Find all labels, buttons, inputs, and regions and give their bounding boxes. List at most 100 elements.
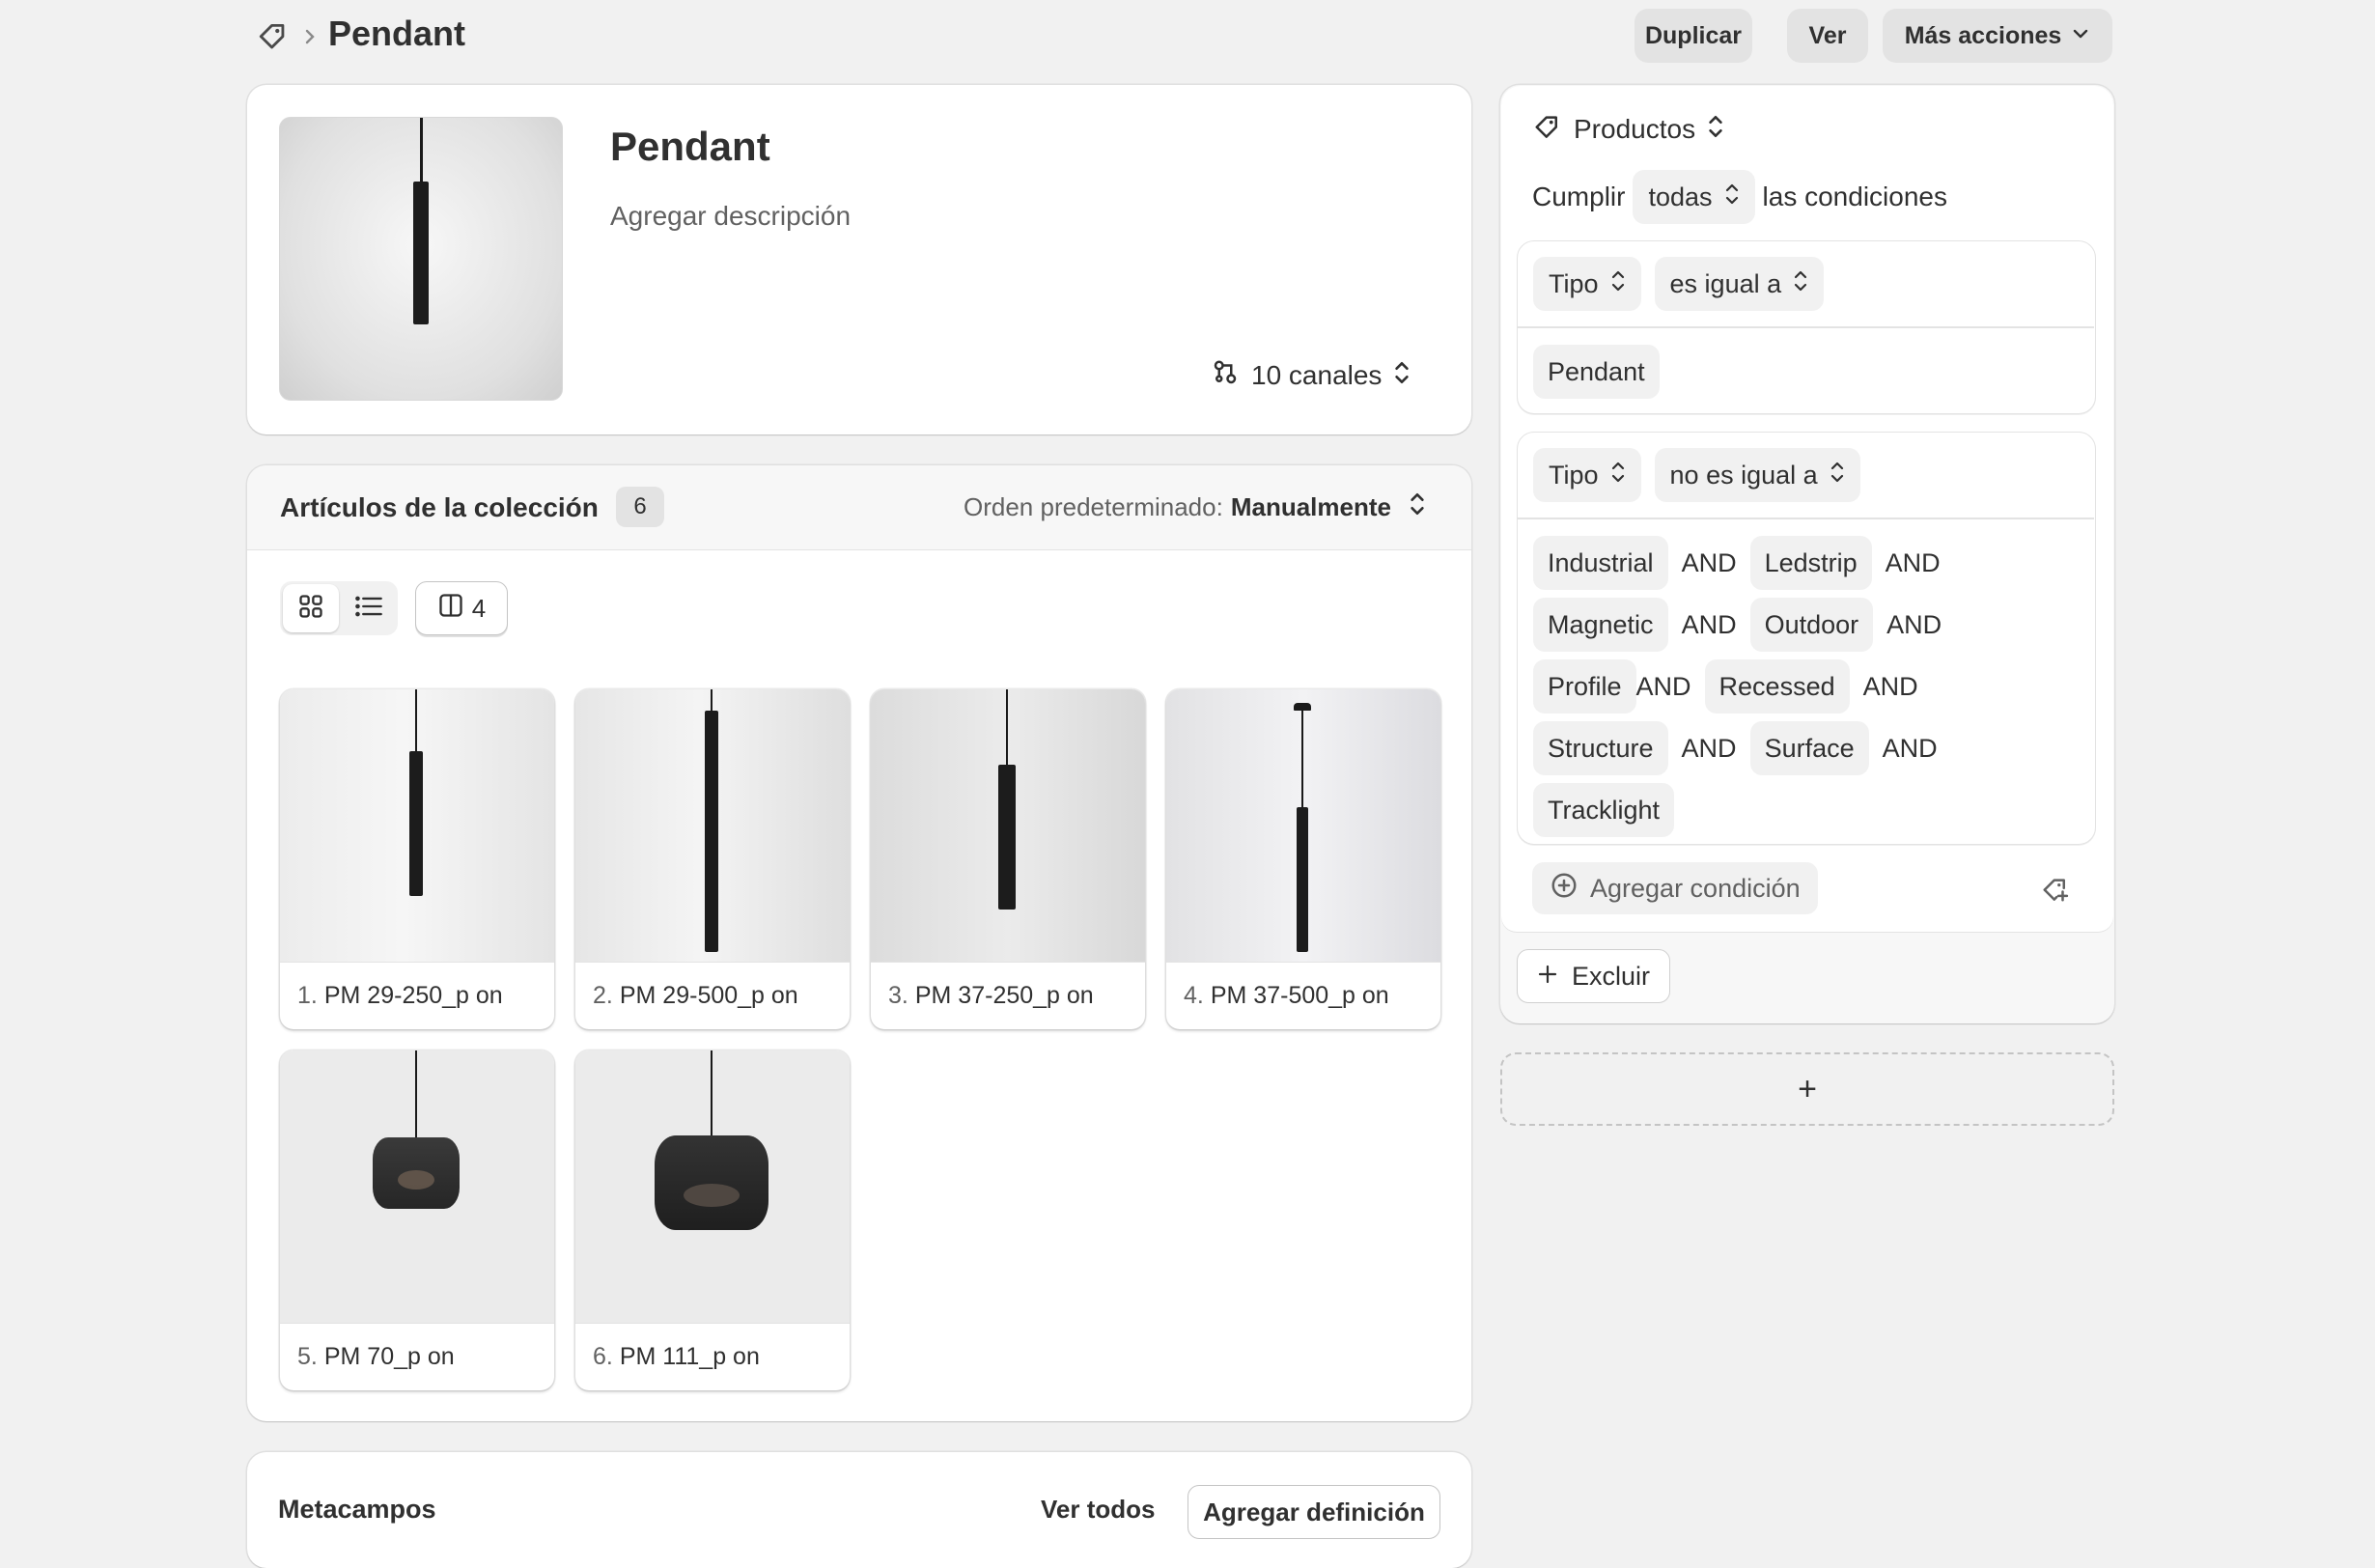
columns-count: 4 [471,593,487,623]
columns-selector[interactable]: 4 [415,581,508,635]
condition-value-tag[interactable]: Recessed [1704,659,1850,714]
condition-rule: Tipo no es igual a Industrial AND Ledstr… [1517,432,2096,845]
plus-icon [1537,962,1558,992]
field-select[interactable]: Tipo [1533,257,1641,311]
operator-select[interactable]: no es igual a [1654,448,1860,502]
and-joiner: AND [1882,733,1938,763]
operator-value: no es igual a [1669,460,1818,490]
items-count-badge: 6 [616,487,664,527]
grid-view-icon [297,593,324,625]
product-caption: 1. PM 29-250_p on [280,962,554,1029]
select-arrows-icon [1393,359,1411,393]
items-title: Artículos de la colección [280,492,599,522]
product-caption: 2. PM 29-500_p on [575,962,850,1029]
select-arrows-icon [1830,460,1845,491]
page-title: Pendant [328,14,466,53]
field-value: Tipo [1549,460,1599,490]
match-select[interactable]: todas [1633,170,1755,224]
add-block-button[interactable]: + [1500,1052,2114,1126]
sort-label: Orden predeterminado: [964,491,1223,521]
and-joiner: AND [1635,671,1691,701]
match-value: todas [1648,182,1713,211]
columns-icon [437,592,464,626]
tag-plus-icon[interactable] [2041,875,2070,904]
product-number: 6. [593,1343,613,1370]
chevron-down-icon [2071,22,2090,50]
product-card[interactable]: 1. PM 29-250_p on [280,689,554,1029]
condition-value-tag[interactable]: Ledstrip [1749,536,1872,590]
product-caption: 3. PM 37-250_p on [871,962,1145,1029]
match-prefix: Cumplir [1532,182,1626,211]
list-view-icon [354,593,383,625]
condition-value-tag[interactable]: Pendant [1533,345,1660,399]
product-caption: 5. PM 70_p on [280,1323,554,1390]
channels-icon [1211,358,1240,394]
product-image [280,689,554,962]
select-arrows-icon [1793,268,1808,300]
sort-value: Manualmente [1230,491,1391,521]
duplicate-button[interactable]: Duplicar [1635,9,1752,63]
and-joiner: AND [1862,671,1918,701]
product-card[interactable]: 4. PM 37-500_p on [1166,689,1440,1029]
condition-value-tag[interactable]: Surface [1749,721,1869,775]
tag-icon [1533,112,1562,148]
product-image [1166,689,1440,962]
scope-label: Productos [1574,114,1696,144]
product-number: 2. [593,982,613,1009]
product-card[interactable]: 3. PM 37-250_p on [871,689,1145,1029]
collection-title[interactable]: Pendant [610,124,770,170]
operator-select[interactable]: es igual a [1654,257,1825,311]
collection-card: Pendant Agregar descripción 10 canales [247,85,1471,434]
condition-rule: Tipo es igual a Pendant [1517,240,2096,414]
more-actions-label: Más acciones [1904,21,2062,49]
list-view-button[interactable] [342,584,396,632]
product-image [575,689,850,962]
description-field[interactable]: Agregar descripción [610,201,851,232]
product-image [575,1050,850,1323]
product-name: PM 111_p on [619,1343,760,1370]
add-definition-button[interactable]: Agregar definición [1188,1485,1440,1539]
view-button[interactable]: Ver [1787,9,1868,63]
select-arrows-icon [1610,460,1626,491]
match-suffix: las condiciones [1762,182,1947,211]
field-select[interactable]: Tipo [1533,448,1641,502]
product-caption: 4. PM 37-500_p on [1166,962,1440,1029]
condition-value-tag[interactable]: Outdoor [1749,598,1874,652]
channels-selector[interactable]: 10 canales [1211,355,1411,396]
view-all-link[interactable]: Ver todos [1041,1495,1155,1525]
condition-value-tag[interactable]: Industrial [1533,536,1668,590]
product-card[interactable]: 5. PM 70_p on [280,1050,554,1390]
and-joiner: AND [1681,609,1737,639]
operator-value: es igual a [1669,268,1782,298]
product-image [871,689,1145,962]
product-caption: 6. PM 111_p on [575,1323,850,1390]
plus-circle-icon [1550,871,1579,907]
product-number: 1. [297,982,318,1009]
select-arrows-icon [1724,182,1740,213]
scope-selector[interactable]: Productos [1533,108,1724,151]
add-definition-label: Agregar definición [1203,1497,1425,1526]
and-joiner: AND [1681,733,1737,763]
more-actions-button[interactable]: Más acciones [1883,9,2112,63]
product-card[interactable]: 6. PM 111_p on [575,1050,850,1390]
condition-value-tag[interactable]: Profile [1533,659,1636,714]
and-joiner: AND [1885,547,1941,577]
add-block-label: + [1798,1070,1817,1107]
sort-selector[interactable]: Orden predeterminado: Manualmente [964,487,1426,527]
product-number: 4. [1184,982,1204,1009]
condition-value-tag[interactable]: Tracklight [1533,783,1675,837]
view-label: Ver [1808,21,1847,49]
grid-view-button[interactable] [283,584,339,632]
condition-value-tag[interactable]: Magnetic [1533,598,1668,652]
and-joiner: AND [1886,609,1942,639]
product-name: PM 29-250_p on [323,982,503,1009]
metafields-card: Metacampos Ver todos Agregar definición [247,1452,1471,1568]
match-row: Cumplir todas las condiciones [1532,170,1947,224]
condition-value-tag[interactable]: Structure [1533,721,1668,775]
add-condition-button[interactable]: Agregar condición [1532,862,1818,914]
tag-icon[interactable] [257,19,290,52]
product-card[interactable]: 2. PM 29-500_p on [575,689,850,1029]
collection-image[interactable] [279,117,563,401]
exclude-button[interactable]: Excluir [1517,949,1671,1003]
exclude-label: Excluir [1572,961,1651,991]
